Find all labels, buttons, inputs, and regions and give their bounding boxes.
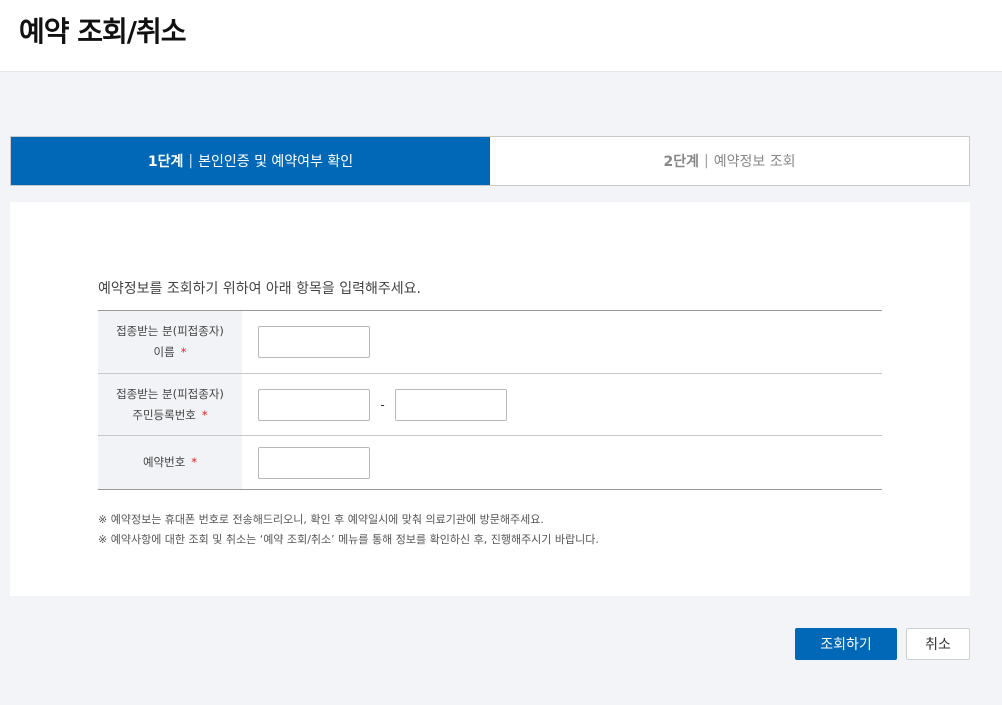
notice-item: ※ 예약정보는 휴대폰 번호로 전송해드리오니, 확인 후 예약일시에 맞춰 의…: [98, 513, 544, 526]
step-indicator: 1단계 | 본인인증 및 예약여부 확인 2단계 | 예약정보 조회: [10, 136, 970, 186]
name-label-line1: 접종받는 분(피접종자): [116, 324, 224, 338]
form-intro: 예약정보를 조회하기 위하여 아래 항목을 입력해주세요.: [98, 281, 421, 297]
step-1-tab: 1단계 | 본인인증 및 예약여부 확인: [11, 137, 490, 185]
reservation-number-row: 예약번호 *: [98, 436, 882, 490]
reservation-number-input[interactable]: [258, 446, 370, 479]
step-2-number: 2단계: [663, 154, 700, 170]
form-table: 접종받는 분(피접종자) 이름 * 접종받는 분(피접종자) 주민등록번호 * - …: [98, 310, 882, 490]
step-1-number: 1단계: [147, 154, 184, 170]
step-2-label: 예약정보 조회: [713, 154, 796, 170]
rrn-label-line2: 주민등록번호: [132, 407, 196, 422]
step-2-tab: 2단계 | 예약정보 조회: [490, 137, 969, 185]
form-panel: 예약정보를 조회하기 위하여 아래 항목을 입력해주세요. 접종받는 분(피접종…: [10, 202, 970, 596]
rrn-label-line1: 접종받는 분(피접종자): [116, 386, 224, 401]
rrn-front-input[interactable]: [258, 388, 370, 421]
required-mark: *: [201, 407, 208, 422]
notice-list: ※ 예약정보는 휴대폰 번호로 전송해드리오니, 확인 후 예약일시에 맞춰 의…: [98, 510, 599, 550]
step-2-separator: |: [704, 153, 709, 169]
rrn-dash: -: [380, 397, 385, 412]
page-header: 예약 조회/취소: [0, 0, 1002, 72]
rrn-back-input[interactable]: [395, 388, 507, 421]
name-row: 접종받는 분(피접종자) 이름 *: [98, 311, 882, 374]
required-mark: *: [180, 345, 187, 359]
reservation-label-text: 예약번호: [142, 455, 186, 469]
rrn-row: 접종받는 분(피접종자) 주민등록번호 * -: [98, 374, 882, 436]
step-1-separator: |: [188, 153, 194, 169]
name-label: 접종받는 분(피접종자) 이름 *: [98, 311, 242, 373]
reservation-number-label: 예약번호 *: [98, 436, 242, 489]
rrn-label: 접종받는 분(피접종자) 주민등록번호 *: [98, 374, 242, 435]
notice-item: ※ 예약사항에 대한 조회 및 취소는 ‘예약 조회/취소’ 메뉴를 통해 정보…: [98, 533, 599, 546]
page-title: 예약 조회/취소: [19, 15, 187, 48]
required-mark: *: [191, 455, 198, 469]
cancel-button[interactable]: 취소: [906, 628, 970, 660]
search-button[interactable]: 조회하기: [795, 628, 897, 660]
step-1-label: 본인인증 및 예약여부 확인: [198, 154, 354, 170]
name-label-line2: 이름: [153, 345, 175, 359]
name-input[interactable]: [258, 326, 370, 358]
